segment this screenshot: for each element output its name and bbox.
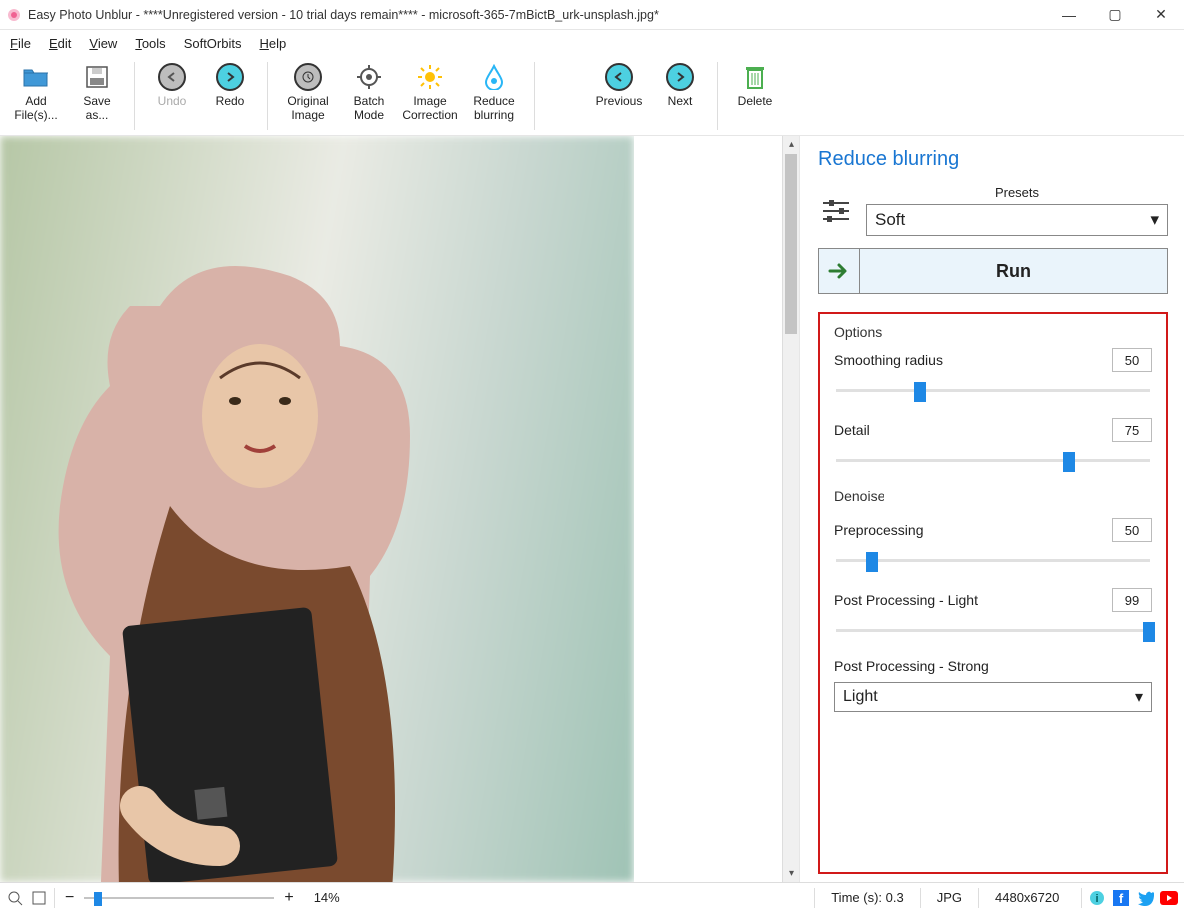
smoothing-radius-value[interactable]: 50 (1112, 348, 1152, 372)
postprocessing-light-slider[interactable] (834, 622, 1152, 638)
sliders-icon (818, 193, 854, 229)
redo-icon (215, 62, 245, 92)
svg-text:i: i (1095, 893, 1098, 905)
statusbar: − + 14% Time (s): 0.3 JPG 4480x6720 i f (0, 882, 1184, 912)
preprocessing-label: Preprocessing (834, 522, 924, 538)
detail-row: Detail 75 (834, 418, 1152, 468)
postprocessing-strong-combobox[interactable]: Light ▾ (834, 682, 1152, 712)
menu-help[interactable]: Help (259, 36, 286, 51)
side-panel: Reduce blurring Presets Soft ▾ Run Optio… (800, 136, 1184, 882)
zoom-in-button[interactable]: + (280, 889, 297, 907)
menu-edit[interactable]: Edit (49, 36, 71, 51)
scroll-up-icon[interactable]: ▴ (783, 136, 800, 153)
window-title: Easy Photo Unblur - ****Unregistered ver… (28, 8, 1046, 22)
denoise-label: Denoise (834, 488, 884, 504)
preprocessing-value[interactable]: 50 (1112, 518, 1152, 542)
presets-value: Soft (875, 210, 905, 230)
chevron-down-icon: ▾ (1150, 210, 1159, 230)
postprocessing-light-value[interactable]: 99 (1112, 588, 1152, 612)
postprocessing-strong-value: Light (843, 688, 878, 706)
status-time: Time (s): 0.3 (821, 890, 913, 905)
trash-icon (740, 62, 770, 92)
close-button[interactable]: ✕ (1138, 0, 1184, 30)
smoothing-radius-label: Smoothing radius (834, 352, 943, 368)
youtube-icon[interactable] (1160, 889, 1178, 907)
previous-icon (604, 62, 634, 92)
undo-icon (157, 62, 187, 92)
run-icon[interactable] (818, 248, 860, 294)
zoom-out-button[interactable]: − (61, 889, 78, 907)
save-icon (82, 62, 112, 92)
brightness-icon (415, 62, 445, 92)
detail-label: Detail (834, 422, 870, 438)
app-icon (6, 7, 22, 23)
scrollbar-thumb[interactable] (785, 154, 797, 334)
svg-text:f: f (1119, 891, 1124, 906)
preprocessing-slider[interactable] (834, 552, 1152, 568)
canvas-pane: ▴ ▾ (0, 136, 800, 882)
delete-button[interactable]: Delete (728, 60, 782, 110)
gear-icon (354, 62, 384, 92)
next-icon (665, 62, 695, 92)
menu-file[interactable]: File (10, 36, 31, 51)
toolbar: Add File(s)... Save as... Undo Redo Orig… (0, 56, 1184, 136)
clock-icon (293, 62, 323, 92)
maximize-button[interactable]: ▢ (1092, 0, 1138, 30)
vertical-scrollbar[interactable]: ▴ ▾ (782, 136, 799, 882)
zoom-actual-icon[interactable] (6, 889, 24, 907)
postprocessing-light-row: Post Processing - Light 99 (834, 588, 1152, 638)
workspace: ▴ ▾ Reduce blurring Presets Soft ▾ Run O… (0, 136, 1184, 882)
detail-slider[interactable] (834, 452, 1152, 468)
scroll-down-icon[interactable]: ▾ (783, 865, 800, 882)
menu-tools[interactable]: Tools (135, 36, 165, 51)
reduce-blurring-button[interactable]: Reduce blurring (464, 60, 524, 124)
minimize-button[interactable]: — (1046, 0, 1092, 30)
redo-button[interactable]: Redo (203, 60, 257, 110)
next-button[interactable]: Next (653, 60, 707, 110)
info-icon[interactable]: i (1088, 889, 1106, 907)
menu-view[interactable]: View (89, 36, 117, 51)
batch-mode-button[interactable]: Batch Mode (342, 60, 396, 124)
add-files-button[interactable]: Add File(s)... (6, 60, 66, 124)
titlebar: Easy Photo Unblur - ****Unregistered ver… (0, 0, 1184, 30)
options-box: Options Smoothing radius 50 Detail 75 De… (818, 312, 1168, 874)
postprocessing-strong-label: Post Processing - Strong (834, 658, 1152, 674)
folder-open-icon (21, 62, 51, 92)
image-preview[interactable] (0, 136, 634, 882)
facebook-icon[interactable]: f (1112, 889, 1130, 907)
undo-button[interactable]: Undo (145, 60, 199, 110)
presets-combobox[interactable]: Soft ▾ (866, 204, 1168, 236)
run-button[interactable]: Run (860, 248, 1168, 294)
options-label: Options (834, 324, 1152, 340)
chevron-down-icon: ▾ (1135, 687, 1143, 707)
previous-button[interactable]: Previous (589, 60, 649, 110)
twitter-icon[interactable] (1136, 889, 1154, 907)
status-format: JPG (927, 890, 972, 905)
droplet-icon (479, 62, 509, 92)
smoothing-radius-slider[interactable] (834, 382, 1152, 398)
zoom-slider[interactable] (84, 895, 274, 901)
postprocessing-light-label: Post Processing - Light (834, 592, 978, 608)
panel-title: Reduce blurring (818, 148, 1168, 171)
menubar: File Edit View Tools SoftOrbits Help (0, 30, 1184, 56)
original-image-button[interactable]: Original Image (278, 60, 338, 124)
status-dimensions: 4480x6720 (985, 890, 1075, 905)
photo-subject (40, 266, 470, 882)
image-correction-button[interactable]: Image Correction (400, 60, 460, 124)
smoothing-radius-row: Smoothing radius 50 (834, 348, 1152, 398)
save-as-button[interactable]: Save as... (70, 60, 124, 124)
zoom-level: 14% (304, 890, 350, 905)
fit-screen-icon[interactable] (30, 889, 48, 907)
presets-label: Presets (866, 185, 1168, 204)
preprocessing-row: Preprocessing 50 (834, 518, 1152, 568)
menu-softorbits[interactable]: SoftOrbits (184, 36, 242, 51)
detail-value[interactable]: 75 (1112, 418, 1152, 442)
